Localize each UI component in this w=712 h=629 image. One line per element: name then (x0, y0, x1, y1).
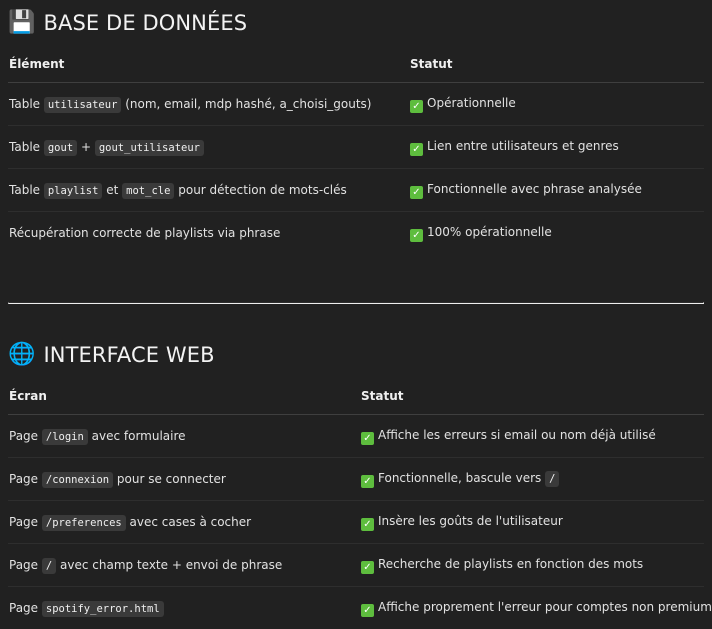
screen-cell: Page spotify_error.html (8, 587, 360, 629)
table-row: Page / avec champ texte + envoi de phras… (8, 544, 704, 587)
check-mark-button-icon: ✓ (361, 432, 374, 445)
element-cell: Table gout + gout_utilisateur (8, 126, 409, 169)
status-cell: ✓ Opérationnelle (409, 83, 704, 126)
status-text: Lien entre utilisateurs et genres (427, 139, 619, 153)
status-text: Affiche les erreurs si email ou nom déjà… (378, 428, 656, 442)
inline-code: / (545, 471, 559, 487)
cell-text: Page (9, 515, 42, 529)
cell-text: + (77, 140, 95, 154)
inline-code: playlist (44, 183, 103, 199)
status-text: Opérationnelle (427, 96, 516, 110)
table-header-row: Écran Statut (8, 378, 704, 415)
cell-text: Page (9, 429, 42, 443)
table-row: Table gout + gout_utilisateur ✓ Lien entr… (8, 126, 704, 169)
cell-text: pour se connecter (113, 472, 226, 486)
inline-code: /preferences (42, 515, 126, 531)
status-cell: ✓ Insère les goûts de l'utilisateur (360, 501, 704, 544)
web-interface-title-text: INTERFACE WEB (44, 343, 215, 367)
screen-cell: Page /login avec formulaire (8, 415, 360, 458)
inline-code: utilisateur (44, 97, 122, 113)
status-text: Fonctionnelle, bascule vers (378, 471, 545, 485)
cell-text: pour détection de mots-clés (174, 183, 346, 197)
check-mark-button-icon: ✓ (410, 143, 423, 156)
inline-code: spotify_error.html (42, 601, 164, 617)
status-cell: ✓ Recherche de playlists en fonction des … (360, 544, 704, 587)
status-text: Fonctionnelle avec phrase analysée (427, 182, 642, 196)
table-row: Table utilisateur (nom, email, mdp hashé… (8, 83, 704, 126)
check-mark-button-icon: ✓ (361, 518, 374, 531)
status-text: 100% opérationnelle (427, 225, 552, 239)
cell-text: Page (9, 558, 42, 572)
screen-cell: Page / avec champ texte + envoi de phras… (8, 544, 360, 587)
check-mark-button-icon: ✓ (410, 100, 423, 113)
cell-text: Table (9, 183, 44, 197)
cell-text: Récupération correcte de playlists via p… (9, 226, 280, 240)
check-mark-button-icon: ✓ (410, 186, 423, 199)
status-cell: ✓ Fonctionnelle, bascule vers / (360, 458, 704, 501)
check-mark-button-icon: ✓ (361, 604, 374, 617)
inline-code: gout (44, 140, 77, 156)
web-interface-section: 🌐 INTERFACE WEB Écran Statut Page /login… (8, 304, 704, 629)
cell-text: avec champ texte + envoi de phrase (56, 558, 282, 572)
element-cell: Table playlist et mot_cle pour détection… (8, 169, 409, 212)
globe-icon: 🌐 (8, 344, 36, 366)
table-row: Page spotify_error.html ✓Affiche proprem… (8, 587, 704, 629)
column-header-status: Statut (409, 46, 704, 83)
table-row: Page /connexion pour se connecter ✓ Fonct… (8, 458, 704, 501)
status-cell: ✓ Affiche les erreurs si email ou nom déj… (360, 415, 704, 458)
database-section: 💾 BASE DE DONNÉES Élément Statut Table u… (8, 0, 704, 254)
element-cell: Table utilisateur (nom, email, mdp hashé… (8, 83, 409, 126)
table-header-row: Élément Statut (8, 46, 704, 83)
cell-text: (nom, email, mdp hashé, a_choisi_gouts) (121, 97, 371, 111)
cell-text: Table (9, 140, 44, 154)
cell-text: avec cases à cocher (126, 515, 251, 529)
cell-text: avec formulaire (88, 429, 186, 443)
web-interface-title: 🌐 INTERFACE WEB (8, 332, 704, 378)
floppy-disk-icon: 💾 (8, 12, 36, 34)
database-title-text: BASE DE DONNÉES (44, 11, 248, 35)
cell-text: Page (9, 472, 42, 486)
column-header-element: Élément (8, 46, 409, 83)
cell-text: Page (9, 601, 42, 615)
section-spacer (8, 254, 704, 302)
status-cell: ✓ Fonctionnelle avec phrase analysée (409, 169, 704, 212)
status-text: Affiche proprement l'erreur pour comptes… (378, 600, 712, 614)
inline-code: gout_utilisateur (95, 140, 204, 156)
inline-code: /connexion (42, 472, 113, 488)
screen-cell: Page /preferences avec cases à cocher (8, 501, 360, 544)
cell-text: et (102, 183, 122, 197)
status-text: Insère les goûts de l'utilisateur (378, 514, 563, 528)
column-header-status: Statut (360, 378, 704, 415)
inline-code: mot_cle (122, 183, 174, 199)
status-cell: ✓Affiche proprement l'erreur pour compte… (360, 587, 704, 629)
table-row: Page /login avec formulaire ✓ Affiche les… (8, 415, 704, 458)
status-cell: ✓ Lien entre utilisateurs et genres (409, 126, 704, 169)
web-interface-table: Écran Statut Page /login avec formulaire… (8, 378, 704, 629)
column-header-screen: Écran (8, 378, 360, 415)
database-table: Élément Statut Table utilisateur (nom, e… (8, 46, 704, 254)
status-text: Recherche de playlists en fonction des m… (378, 557, 643, 571)
screen-cell: Page /connexion pour se connecter (8, 458, 360, 501)
element-cell: Récupération correcte de playlists via p… (8, 212, 409, 255)
inline-code: /login (42, 429, 88, 445)
check-mark-button-icon: ✓ (410, 229, 423, 242)
cell-text: Table (9, 97, 44, 111)
status-cell: ✓ 100% opérationnelle (409, 212, 704, 255)
check-mark-button-icon: ✓ (361, 475, 374, 488)
database-title: 💾 BASE DE DONNÉES (8, 0, 704, 46)
inline-code: / (42, 558, 56, 574)
check-mark-button-icon: ✓ (361, 561, 374, 574)
table-row: Récupération correcte de playlists via p… (8, 212, 704, 255)
table-row: Table playlist et mot_cle pour détection… (8, 169, 704, 212)
table-row: Page /preferences avec cases à cocher ✓ I… (8, 501, 704, 544)
